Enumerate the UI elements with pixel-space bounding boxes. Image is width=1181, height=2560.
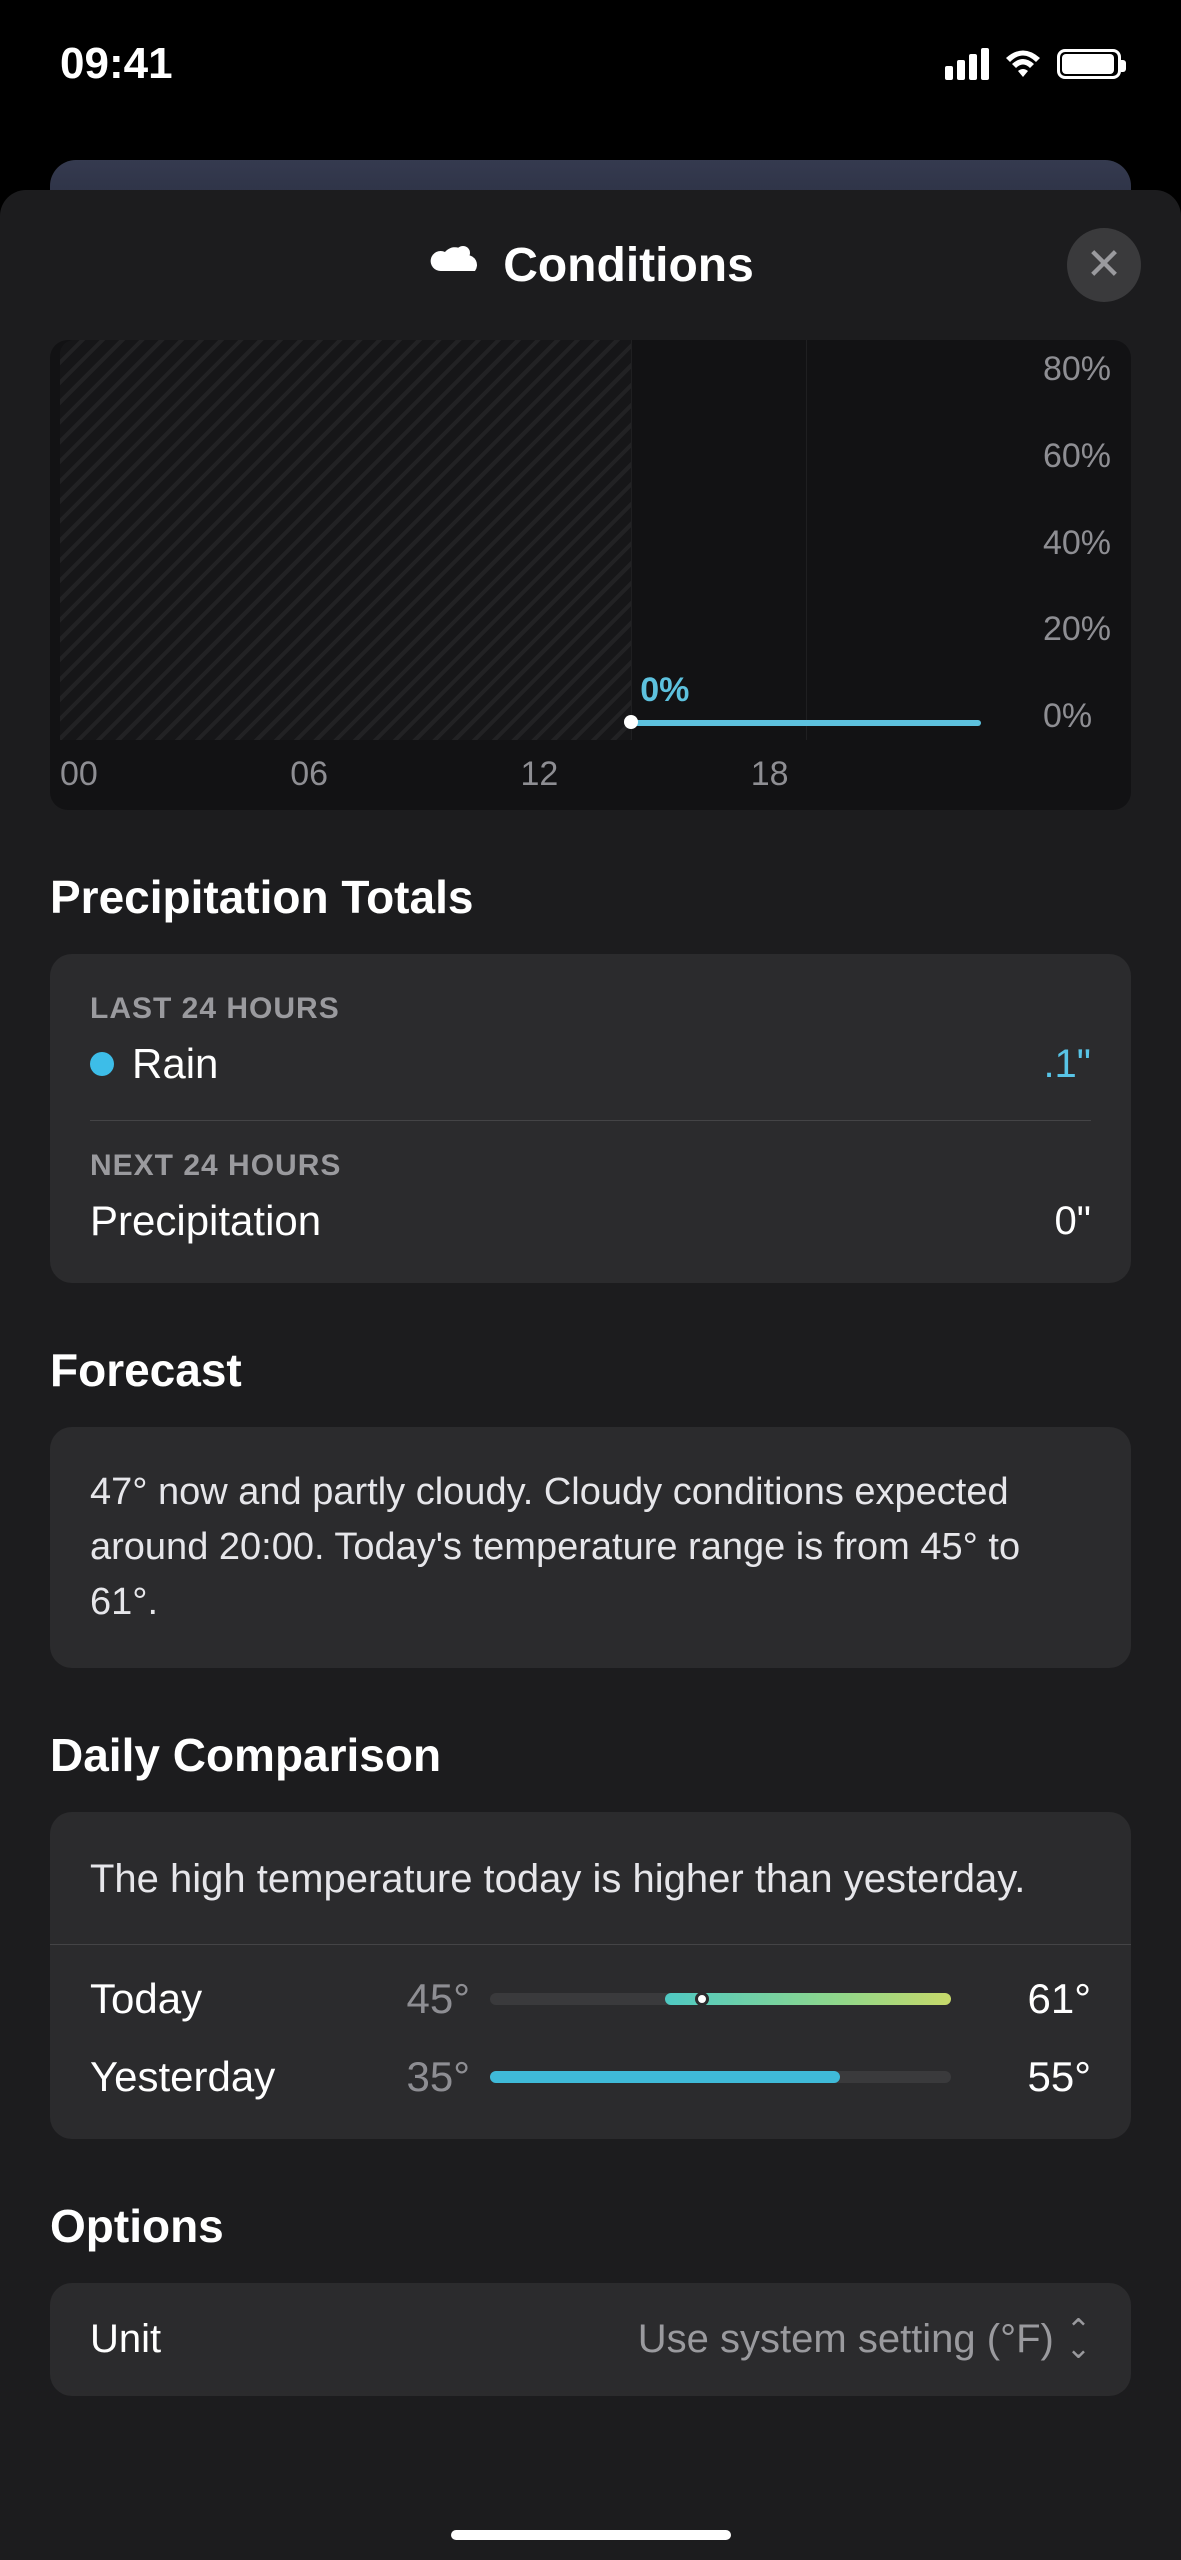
precip-totals-card: LAST 24 HOURS Rain .1" NEXT 24 HOURS Pre… <box>50 954 1131 1283</box>
cellular-icon <box>945 48 989 80</box>
chart-x-axis: 00 06 12 18 <box>60 755 981 794</box>
rain-dot-icon <box>90 1052 114 1076</box>
unit-label: Unit <box>90 2317 161 2362</box>
chart-now-dot <box>624 715 638 729</box>
yesterday-row: Yesterday 35° 55° <box>90 2053 1091 2101</box>
today-low: 45° <box>350 1975 470 2023</box>
precip-value: 0" <box>1055 1199 1091 1244</box>
status-icons <box>945 48 1121 80</box>
unit-option-row[interactable]: Unit Use system setting (°F) ⌃⌄ <box>90 2317 1091 2362</box>
unit-value: Use system setting (°F) <box>638 2317 1054 2362</box>
chart-gridline <box>806 340 807 740</box>
options-card: Unit Use system setting (°F) ⌃⌄ <box>50 2283 1131 2396</box>
daily-comparison-title: Daily Comparison <box>50 1728 1131 1782</box>
last-24h-label: LAST 24 HOURS <box>90 992 1091 1026</box>
yesterday-range-fill <box>490 2071 840 2083</box>
cloud-icon <box>427 245 483 285</box>
yesterday-label: Yesterday <box>90 2053 330 2101</box>
yesterday-high: 55° <box>971 2053 1091 2101</box>
options-title: Options <box>50 2199 1131 2253</box>
chart-y-axis: 80% 60% 40% 20% 0% <box>1043 340 1111 740</box>
wifi-icon <box>1003 49 1043 79</box>
status-bar: 09:41 <box>0 0 1181 120</box>
today-row: Today 45° 61° <box>90 1975 1091 2023</box>
precip-label: Precipitation <box>90 1197 321 1245</box>
precip-totals-title: Precipitation Totals <box>50 870 1131 924</box>
comparison-summary: The high temperature today is higher tha… <box>90 1850 1091 1908</box>
precipitation-chart[interactable]: 0% 80% 60% 40% 20% 0% 00 06 12 18 <box>50 340 1131 810</box>
rain-label: Rain <box>132 1040 218 1088</box>
sheet-title: Conditions <box>503 238 754 293</box>
today-range-track <box>490 1993 951 2005</box>
status-time: 09:41 <box>60 39 173 89</box>
conditions-sheet: Conditions ✕ 0% 80% 60% <box>0 190 1181 2560</box>
chart-gridline <box>631 340 632 740</box>
battery-icon <box>1057 49 1121 79</box>
divider <box>90 1120 1091 1121</box>
chart-past-shade <box>60 340 631 740</box>
close-icon: ✕ <box>1086 243 1123 287</box>
sheet-header: Conditions ✕ <box>0 190 1181 340</box>
forecast-title: Forecast <box>50 1343 1131 1397</box>
chart-current-label: 0% <box>640 671 689 710</box>
divider <box>50 1944 1131 1945</box>
today-label: Today <box>90 1975 330 2023</box>
today-high: 61° <box>971 1975 1091 2023</box>
yesterday-low: 35° <box>350 2053 470 2101</box>
next-24h-label: NEXT 24 HOURS <box>90 1149 1091 1183</box>
chevron-updown-icon: ⌃⌄ <box>1066 2322 1091 2358</box>
yesterday-range-track <box>490 2071 951 2083</box>
daily-comparison-card: The high temperature today is higher tha… <box>50 1812 1131 2139</box>
forecast-text: 47° now and partly cloudy. Cloudy condit… <box>90 1465 1091 1630</box>
chart-series-line <box>631 720 981 726</box>
home-indicator[interactable] <box>451 2530 731 2540</box>
forecast-card: 47° now and partly cloudy. Cloudy condit… <box>50 1427 1131 1668</box>
today-current-dot <box>695 1992 709 2006</box>
rain-value: .1" <box>1043 1042 1091 1087</box>
close-button[interactable]: ✕ <box>1067 228 1141 302</box>
